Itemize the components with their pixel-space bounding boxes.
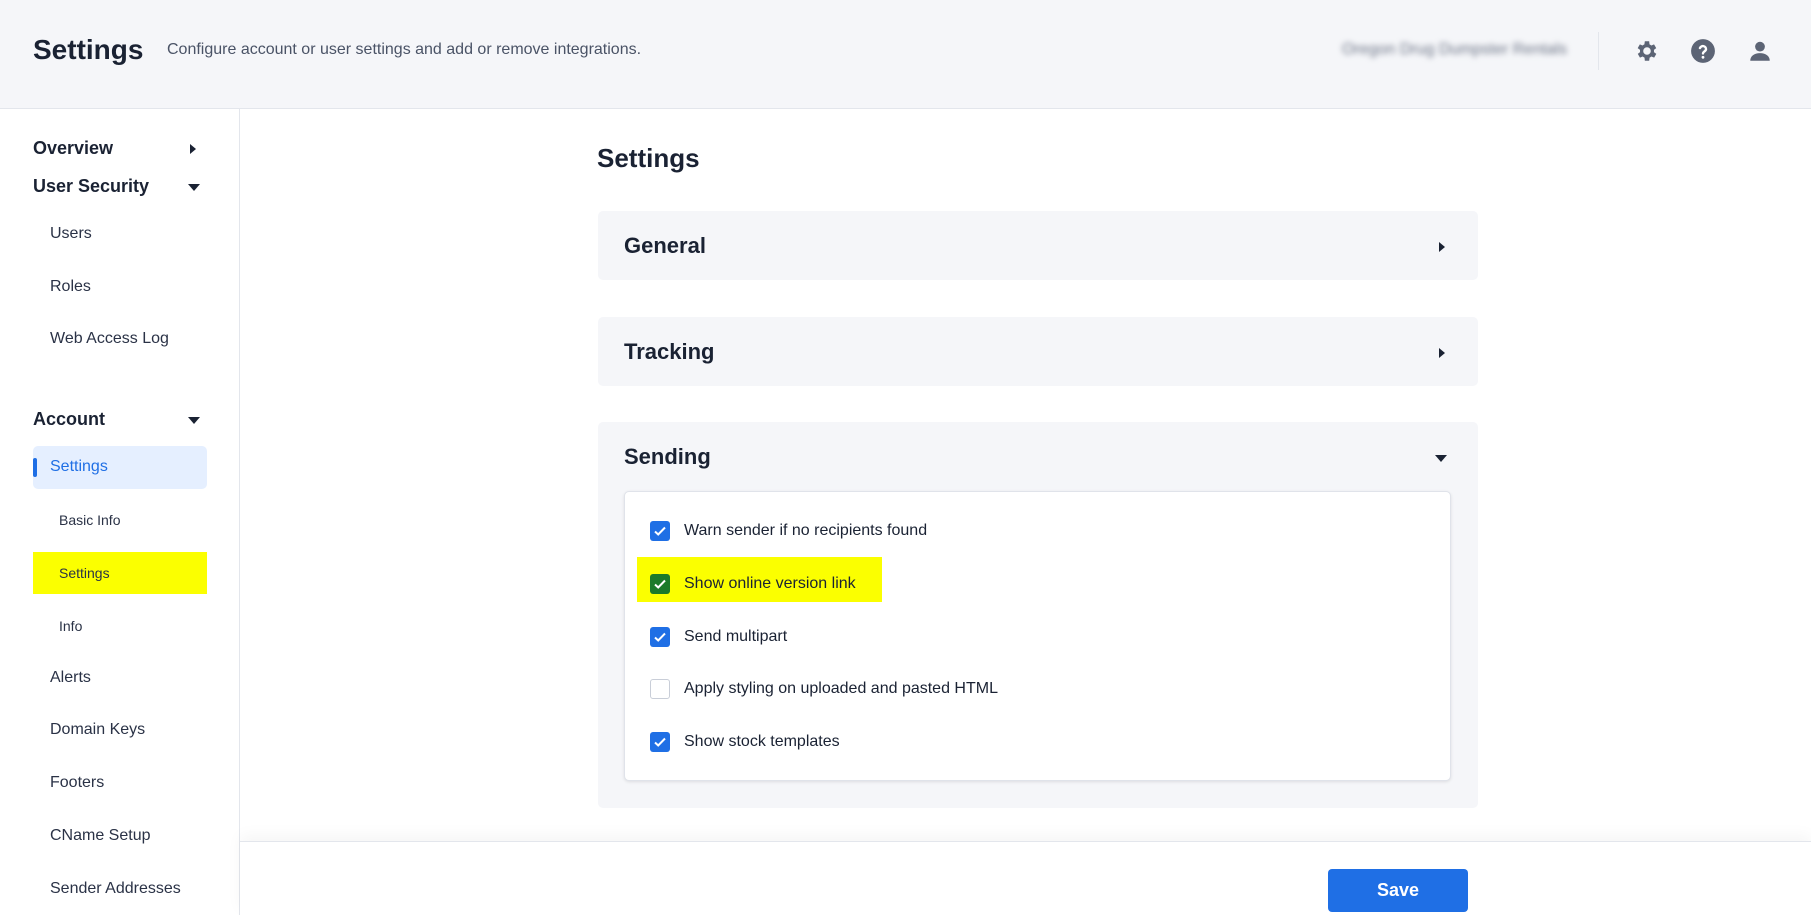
option-label: Warn sender if no recipients found [684,522,928,539]
page-subtitle: Configure account or user settings and a… [167,41,642,58]
help-icon[interactable] [1688,36,1718,66]
checkbox[interactable] [650,627,670,647]
panel-tracking[interactable]: Tracking [598,317,1478,386]
check-icon [654,737,666,747]
option-label: Show online version link [684,575,856,592]
option-label: Show stock templates [684,733,840,750]
sidebar-active-indicator [33,458,37,477]
sidebar-item-footers[interactable]: Footers [50,774,104,792]
top-header: Settings Configure account or user setti… [0,0,1811,109]
sidebar-item-sender-addresses[interactable]: Sender Addresses [50,880,181,898]
checkbox[interactable] [650,732,670,752]
sidebar-item-users[interactable]: Users [50,225,92,243]
option-apply-styling[interactable]: Apply styling on uploaded and pasted HTM… [650,679,998,699]
sidebar-section-account[interactable]: Account [33,409,105,430]
sidebar-section-user-security[interactable]: User Security [33,176,149,197]
caret-down-icon[interactable] [187,413,201,431]
account-name[interactable]: Oregon Drug Dumpster Rentals [1342,41,1567,59]
gear-icon[interactable] [1632,36,1662,66]
main-title: Settings [597,143,700,173]
save-button[interactable]: Save [1328,869,1468,912]
header-divider [1598,32,1599,70]
checkbox[interactable] [650,521,670,541]
sidebar-item-domain-keys[interactable]: Domain Keys [50,721,145,739]
check-icon [654,579,666,589]
footer-bar [240,841,1811,915]
sidebar-subitem-settings[interactable]: Settings [59,565,110,581]
panel-tracking-title: Tracking [624,339,715,364]
sidebar-item-settings[interactable]: Settings [50,458,108,476]
caret-right-icon[interactable] [187,142,199,160]
caret-down-icon[interactable] [1434,451,1448,469]
panel-sending-title[interactable]: Sending [624,444,711,470]
option-show-online-version-link[interactable]: Show online version link [650,574,856,594]
checkbox[interactable] [650,574,670,594]
caret-right-icon[interactable] [1436,346,1448,364]
check-icon [654,632,666,642]
check-icon [654,526,666,536]
caret-down-icon[interactable] [187,180,201,198]
caret-right-icon[interactable] [1436,240,1448,258]
option-show-stock-templates[interactable]: Show stock templates [650,732,840,752]
sidebar-item-overview[interactable]: Overview [33,138,113,159]
sending-options-card: Warn sender if no recipients found Show … [624,491,1451,781]
panel-sending: Sending Warn sender if no recipients fou… [598,422,1478,808]
checkbox[interactable] [650,679,670,699]
sidebar-subitem-info[interactable]: Info [59,618,82,634]
option-send-multipart[interactable]: Send multipart [650,627,787,647]
page-title: Settings [33,34,144,65]
option-label: Apply styling on uploaded and pasted HTM… [684,680,998,697]
user-icon[interactable] [1745,36,1775,66]
sidebar-item-web-access-log[interactable]: Web Access Log [50,330,169,348]
sidebar-item-cname-setup[interactable]: CName Setup [50,827,151,845]
panel-general[interactable]: General [598,211,1478,280]
panel-general-title: General [624,233,706,258]
option-label: Send multipart [684,628,788,645]
option-warn-sender[interactable]: Warn sender if no recipients found [650,521,927,541]
sidebar-subitem-basic-info[interactable]: Basic Info [59,512,120,528]
sidebar-item-roles[interactable]: Roles [50,278,91,296]
sidebar-item-alerts[interactable]: Alerts [50,669,91,687]
sidebar: Overview User Security Users Roles Web A… [0,109,240,915]
